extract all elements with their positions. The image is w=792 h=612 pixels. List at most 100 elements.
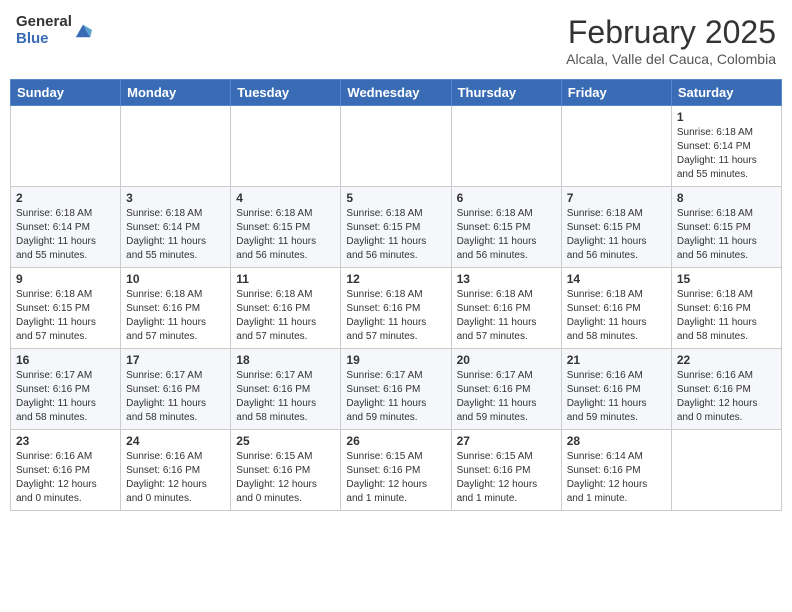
calendar-table: SundayMondayTuesdayWednesdayThursdayFrid… (10, 79, 782, 511)
day-info: Sunrise: 6:17 AM Sunset: 6:16 PM Dayligh… (126, 369, 225, 425)
weekday-header-sunday: Sunday (11, 80, 121, 106)
calendar-cell: 19 Sunrise: 6:17 AM Sunset: 6:16 PM Dayli… (341, 349, 451, 430)
calendar-cell (341, 106, 451, 187)
day-info: Sunrise: 6:17 AM Sunset: 6:16 PM Dayligh… (236, 369, 335, 425)
calendar-week-row: 23 Sunrise: 6:16 AM Sunset: 6:16 PM Dayli… (11, 430, 782, 511)
calendar-week-row: 2 Sunrise: 6:18 AM Sunset: 6:14 PM Daylig… (11, 187, 782, 268)
calendar-cell: 20 Sunrise: 6:17 AM Sunset: 6:16 PM Dayli… (451, 349, 561, 430)
calendar-cell: 9 Sunrise: 6:18 AM Sunset: 6:15 PM Daylig… (11, 268, 121, 349)
logo: General Blue (16, 14, 92, 47)
calendar-cell (11, 106, 121, 187)
day-number: 7 (567, 191, 666, 205)
day-info: Sunrise: 6:18 AM Sunset: 6:14 PM Dayligh… (16, 207, 115, 263)
calendar-cell: 13 Sunrise: 6:18 AM Sunset: 6:16 PM Dayli… (451, 268, 561, 349)
day-info: Sunrise: 6:18 AM Sunset: 6:16 PM Dayligh… (677, 288, 776, 344)
calendar-cell (451, 106, 561, 187)
weekday-header-tuesday: Tuesday (231, 80, 341, 106)
month-title: February 2025 (566, 14, 776, 51)
day-number: 9 (16, 272, 115, 286)
day-info: Sunrise: 6:17 AM Sunset: 6:16 PM Dayligh… (16, 369, 115, 425)
day-info: Sunrise: 6:16 AM Sunset: 6:16 PM Dayligh… (567, 369, 666, 425)
title-block: February 2025 Alcala, Valle del Cauca, C… (566, 14, 776, 67)
day-info: Sunrise: 6:17 AM Sunset: 6:16 PM Dayligh… (457, 369, 556, 425)
day-info: Sunrise: 6:14 AM Sunset: 6:16 PM Dayligh… (567, 450, 666, 506)
day-number: 2 (16, 191, 115, 205)
day-number: 13 (457, 272, 556, 286)
day-info: Sunrise: 6:15 AM Sunset: 6:16 PM Dayligh… (236, 450, 335, 506)
calendar-cell: 12Sunrise: 6:18 AM Sunset: 6:16 PM Dayli… (341, 268, 451, 349)
calendar-cell: 8 Sunrise: 6:18 AM Sunset: 6:15 PM Daylig… (671, 187, 781, 268)
calendar-cell: 28Sunrise: 6:14 AM Sunset: 6:16 PM Dayli… (561, 430, 671, 511)
day-info: Sunrise: 6:18 AM Sunset: 6:15 PM Dayligh… (677, 207, 776, 263)
calendar-cell: 6 Sunrise: 6:18 AM Sunset: 6:15 PM Daylig… (451, 187, 561, 268)
calendar-cell (231, 106, 341, 187)
day-info: Sunrise: 6:18 AM Sunset: 6:16 PM Dayligh… (236, 288, 335, 344)
day-info: Sunrise: 6:16 AM Sunset: 6:16 PM Dayligh… (126, 450, 225, 506)
day-number: 8 (677, 191, 776, 205)
calendar-cell: 5Sunrise: 6:18 AM Sunset: 6:15 PM Daylig… (341, 187, 451, 268)
logo-general-text: General (16, 14, 72, 31)
day-number: 25 (236, 434, 335, 448)
day-number: 19 (346, 353, 445, 367)
day-number: 27 (457, 434, 556, 448)
day-info: Sunrise: 6:15 AM Sunset: 6:16 PM Dayligh… (457, 450, 556, 506)
location-text: Alcala, Valle del Cauca, Colombia (566, 51, 776, 67)
day-number: 1 (677, 110, 776, 124)
calendar-cell: 4Sunrise: 6:18 AM Sunset: 6:15 PM Daylig… (231, 187, 341, 268)
day-info: Sunrise: 6:18 AM Sunset: 6:15 PM Dayligh… (16, 288, 115, 344)
calendar-cell (561, 106, 671, 187)
calendar-cell: 15Sunrise: 6:18 AM Sunset: 6:16 PM Dayli… (671, 268, 781, 349)
calendar-cell (671, 430, 781, 511)
day-info: Sunrise: 6:18 AM Sunset: 6:16 PM Dayligh… (126, 288, 225, 344)
calendar-cell: 14 Sunrise: 6:18 AM Sunset: 6:16 PM Dayli… (561, 268, 671, 349)
calendar-cell: 24Sunrise: 6:16 AM Sunset: 6:16 PM Dayli… (121, 430, 231, 511)
day-number: 3 (126, 191, 225, 205)
day-number: 17 (126, 353, 225, 367)
calendar-cell: 25 Sunrise: 6:15 AM Sunset: 6:16 PM Dayli… (231, 430, 341, 511)
day-number: 26 (346, 434, 445, 448)
day-number: 22 (677, 353, 776, 367)
calendar-week-row: 16Sunrise: 6:17 AM Sunset: 6:16 PM Dayli… (11, 349, 782, 430)
day-info: Sunrise: 6:18 AM Sunset: 6:14 PM Dayligh… (126, 207, 225, 263)
calendar-cell: 3 Sunrise: 6:18 AM Sunset: 6:14 PM Daylig… (121, 187, 231, 268)
calendar-cell: 7 Sunrise: 6:18 AM Sunset: 6:15 PM Daylig… (561, 187, 671, 268)
weekday-header-row: SundayMondayTuesdayWednesdayThursdayFrid… (11, 80, 782, 106)
weekday-header-saturday: Saturday (671, 80, 781, 106)
calendar-cell: 23 Sunrise: 6:16 AM Sunset: 6:16 PM Dayli… (11, 430, 121, 511)
day-number: 21 (567, 353, 666, 367)
day-number: 10 (126, 272, 225, 286)
day-number: 5 (346, 191, 445, 205)
day-info: Sunrise: 6:15 AM Sunset: 6:16 PM Dayligh… (346, 450, 445, 506)
calendar-cell: 1Sunrise: 6:18 AM Sunset: 6:14 PM Daylig… (671, 106, 781, 187)
calendar-week-row: 9 Sunrise: 6:18 AM Sunset: 6:15 PM Daylig… (11, 268, 782, 349)
calendar-week-row: 1Sunrise: 6:18 AM Sunset: 6:14 PM Daylig… (11, 106, 782, 187)
calendar-cell: 22 Sunrise: 6:16 AM Sunset: 6:16 PM Dayli… (671, 349, 781, 430)
day-info: Sunrise: 6:17 AM Sunset: 6:16 PM Dayligh… (346, 369, 445, 425)
calendar-cell: 2 Sunrise: 6:18 AM Sunset: 6:14 PM Daylig… (11, 187, 121, 268)
day-number: 14 (567, 272, 666, 286)
calendar-cell: 26 Sunrise: 6:15 AM Sunset: 6:16 PM Dayli… (341, 430, 451, 511)
day-number: 18 (236, 353, 335, 367)
day-number: 11 (236, 272, 335, 286)
day-info: Sunrise: 6:18 AM Sunset: 6:15 PM Dayligh… (457, 207, 556, 263)
day-info: Sunrise: 6:18 AM Sunset: 6:15 PM Dayligh… (236, 207, 335, 263)
day-info: Sunrise: 6:16 AM Sunset: 6:16 PM Dayligh… (16, 450, 115, 506)
day-number: 6 (457, 191, 556, 205)
calendar-cell: 11 Sunrise: 6:18 AM Sunset: 6:16 PM Dayli… (231, 268, 341, 349)
weekday-header-thursday: Thursday (451, 80, 561, 106)
day-number: 20 (457, 353, 556, 367)
day-info: Sunrise: 6:18 AM Sunset: 6:15 PM Dayligh… (567, 207, 666, 263)
day-number: 23 (16, 434, 115, 448)
calendar-cell: 27 Sunrise: 6:15 AM Sunset: 6:16 PM Dayli… (451, 430, 561, 511)
logo-blue-text: Blue (16, 31, 72, 48)
calendar-cell: 17 Sunrise: 6:17 AM Sunset: 6:16 PM Dayli… (121, 349, 231, 430)
day-info: Sunrise: 6:18 AM Sunset: 6:16 PM Dayligh… (567, 288, 666, 344)
day-number: 12 (346, 272, 445, 286)
logo-icon (74, 21, 92, 39)
weekday-header-monday: Monday (121, 80, 231, 106)
page-header: General Blue February 2025 Alcala, Valle… (10, 10, 782, 71)
day-info: Sunrise: 6:16 AM Sunset: 6:16 PM Dayligh… (677, 369, 776, 425)
calendar-cell (121, 106, 231, 187)
day-info: Sunrise: 6:18 AM Sunset: 6:16 PM Dayligh… (457, 288, 556, 344)
weekday-header-wednesday: Wednesday (341, 80, 451, 106)
